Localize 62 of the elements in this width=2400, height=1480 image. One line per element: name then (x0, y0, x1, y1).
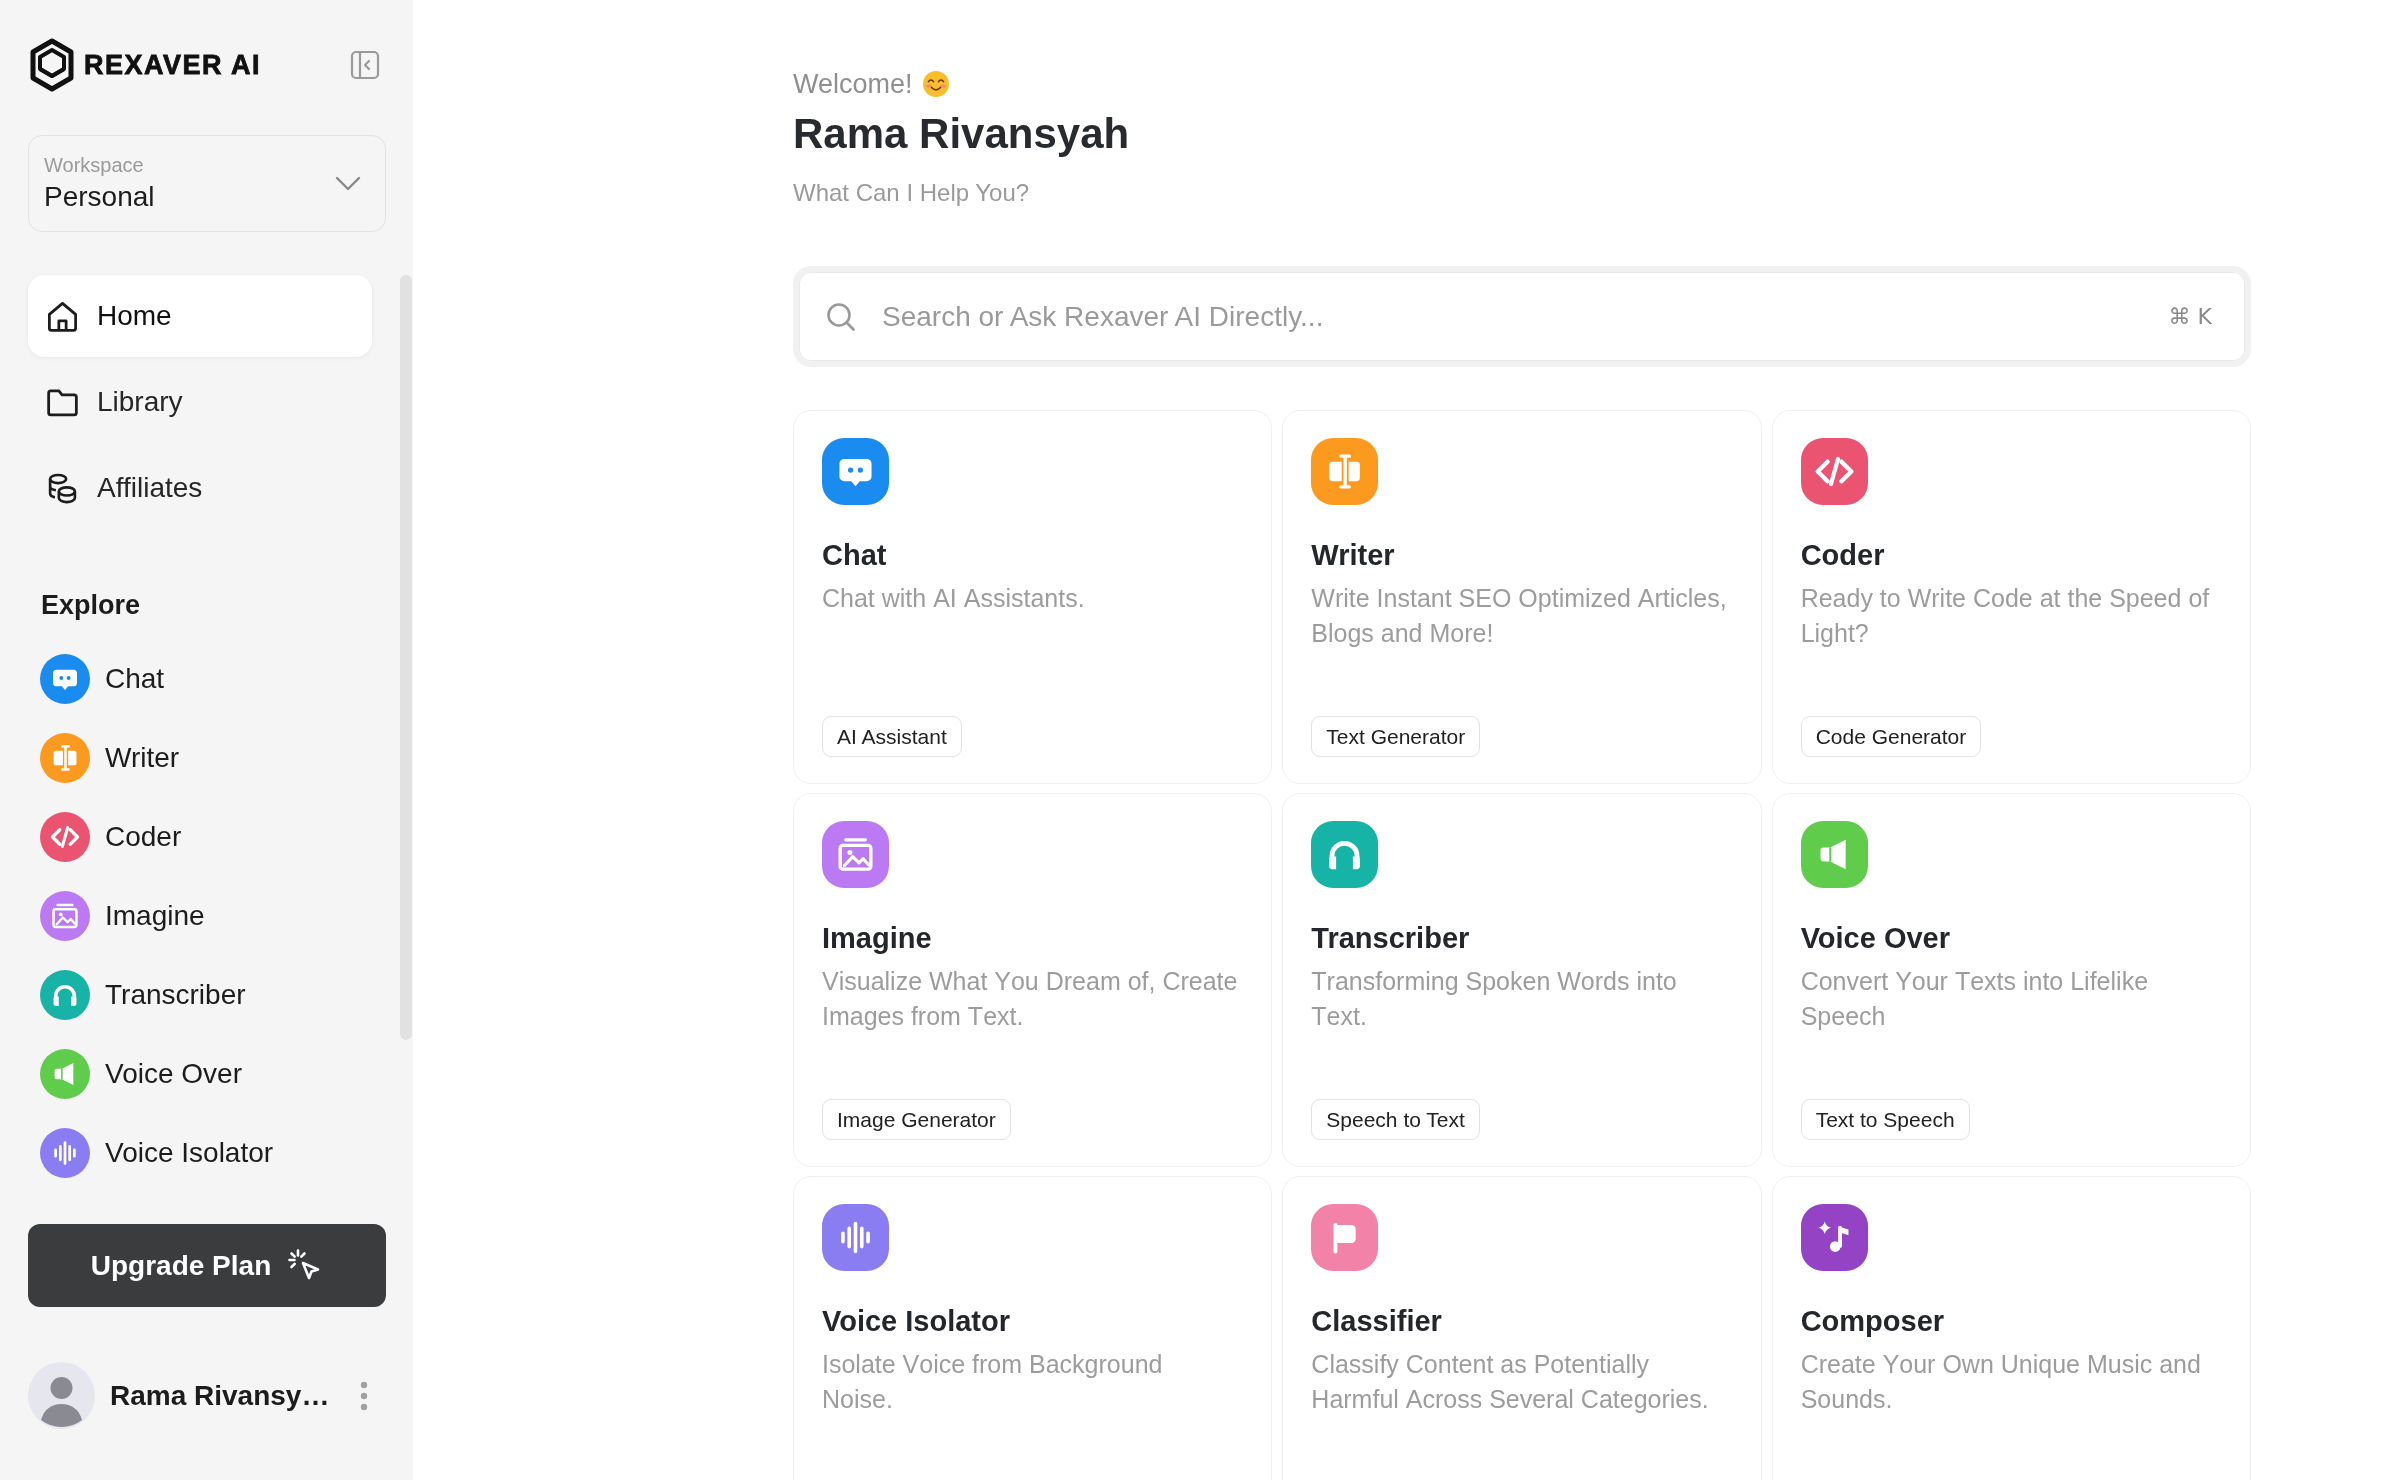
card-description: Visualize What You Dream of, Create Images from Text. (822, 966, 1239, 1032)
search-input[interactable]: Search or Ask Rexaver AI Directly... (882, 272, 2149, 361)
subtitle-text: What Can I Help You? (793, 178, 1031, 207)
section-heading: Explore (40, 589, 141, 621)
card-title: Composer (1800, 1304, 1945, 1339)
greeting-text: Welcome! (793, 68, 913, 100)
explore-nav-item[interactable]: Transcriber (28, 955, 372, 1034)
tool-card[interactable]: Voice Isolator Isolate Voice from Background Noise. (793, 1176, 1273, 1480)
card-description: Transforming Spoken Words into Text. (1311, 966, 1678, 1032)
search-icon (825, 300, 857, 333)
category-tag: Code Generator (1800, 716, 1982, 757)
tool-card[interactable]: Writer Write Instant SEO Optimized Articles, Blogs and More! Text Generator (1282, 410, 1762, 784)
explore-nav-item[interactable]: Voice Isolator (28, 1113, 372, 1192)
card-title: Voice Isolator (822, 1304, 1011, 1339)
card-description: Ready to Write Code at the Speed of Light? (1800, 583, 2211, 649)
card-title: Writer (1311, 538, 1395, 573)
sidebar-nav-item[interactable]: Affiliates (28, 447, 372, 529)
card-title: Chat (822, 538, 887, 573)
user-name: Rama Rivansy… (110, 1379, 330, 1412)
avatar-icon (28, 1362, 95, 1429)
tool-card[interactable]: Imagine Visualize What You Dream of, Create Images from Text. Image Generator (793, 793, 1273, 1167)
explore-nav-item[interactable]: Chat (28, 639, 372, 718)
shortcut-hint: ⌘ K (2168, 304, 2212, 329)
sidebar-nav-item[interactable]: Home (28, 275, 372, 357)
card-title: Transcriber (1311, 921, 1470, 956)
tool-card[interactable]: Chat Chat with AI Assistants. AI Assistant (793, 410, 1273, 784)
card-title: Classifier (1311, 1304, 1442, 1339)
user-greeting-name: Rama Rivansyah (793, 109, 1131, 159)
chevron-down-icon (335, 175, 361, 192)
card-description: Classify Content as Potentially Harmful Across Several Categories. (1311, 1349, 1710, 1415)
card-description: Create Your Own Unique Music and Sounds. (1800, 1349, 2202, 1415)
category-tag: Text Generator (1311, 716, 1481, 757)
card-description: Convert Your Texts into Lifelike Speech (1800, 966, 2150, 1032)
search-bar[interactable]: Search or Ask Rexaver AI Directly... ⌘ K (793, 266, 2251, 367)
card-title: Imagine (822, 921, 932, 956)
card-description: Isolate Voice from Background Noise. (822, 1349, 1164, 1415)
scrollbar-thumb[interactable] (400, 275, 412, 1040)
category-tag: Text to Speech (1800, 1099, 1970, 1140)
tool-card[interactable]: Classifier Classify Content as Potentially Harmful Across Several Categories. (1282, 1176, 1762, 1480)
brand-name: REXAVER AI (84, 49, 262, 81)
sidebar-nav-item[interactable]: Library (28, 361, 372, 443)
tool-card[interactable]: Transcriber Transforming Spoken Words into Text. Speech to Text (1282, 793, 1762, 1167)
card-title: Coder (1800, 538, 1885, 573)
more-options-icon[interactable] (360, 1380, 368, 1411)
category-tag: AI Assistant (822, 716, 962, 757)
card-description: Write Instant SEO Optimized Articles, Blogs and More! (1311, 583, 1728, 649)
workspace-dropdown[interactable]: Workspace Personal (28, 135, 386, 232)
upgrade-plan-button[interactable]: Upgrade Plan (28, 1224, 386, 1307)
card-title: Voice Over (1800, 921, 1951, 956)
card-description: Chat with AI Assistants. (822, 583, 1085, 614)
tool-card[interactable]: Coder Ready to Write Code at the Speed of Light? Code Generator (1771, 410, 2251, 784)
smiling-face-icon (921, 70, 950, 98)
explore-nav-item[interactable]: Coder (28, 797, 372, 876)
explore-nav-item[interactable]: Imagine (28, 876, 372, 955)
explore-nav-item[interactable]: Voice Over (28, 1034, 372, 1113)
category-tag: Speech to Text (1311, 1099, 1480, 1140)
tool-card[interactable]: Voice Over Convert Your Texts into Lifelike Speech Text to Speech (1771, 793, 2251, 1167)
sidebar-collapse-icon[interactable] (350, 50, 380, 80)
category-tag: Image Generator (822, 1099, 1011, 1140)
explore-nav-item[interactable]: Writer (28, 718, 372, 797)
hexagon-logo-icon (28, 38, 76, 92)
tool-card[interactable]: Composer Create Your Own Unique Music and Sounds. (1771, 1176, 2251, 1480)
